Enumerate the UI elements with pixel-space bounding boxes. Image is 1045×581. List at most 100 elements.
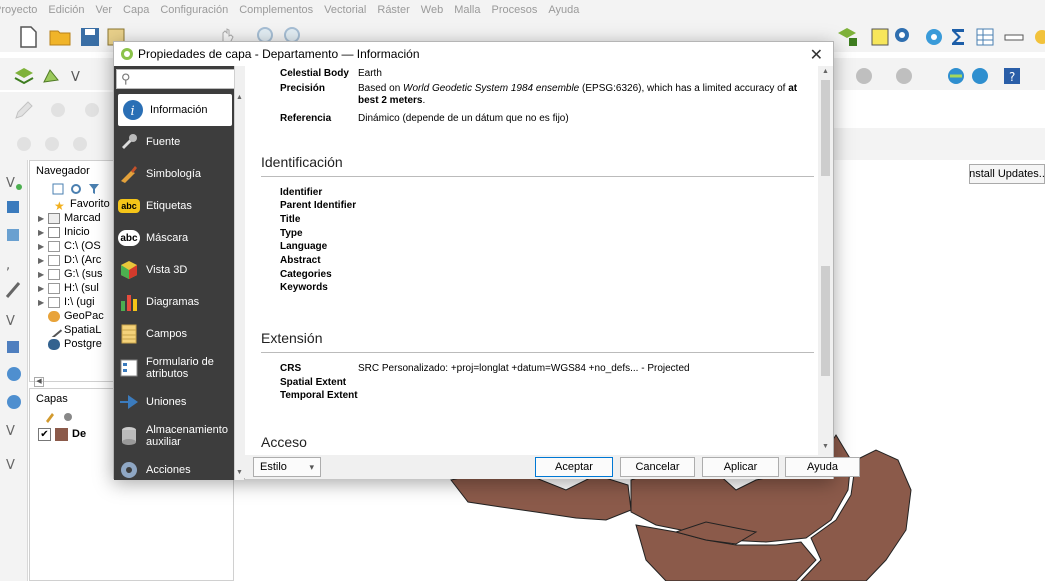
add-wms-icon[interactable] [4, 364, 24, 384]
digitize-icon-2[interactable] [80, 98, 104, 122]
menu-raster[interactable]: Ráster [377, 4, 409, 16]
save-project-icon[interactable] [78, 25, 102, 49]
measure-icon[interactable] [1002, 25, 1026, 49]
open-project-icon[interactable] [48, 25, 72, 49]
digitize-icon[interactable] [46, 98, 70, 122]
plugin-icon-a[interactable] [852, 64, 876, 88]
crs-row-celestial-body: Celestial Body Earth [280, 68, 382, 79]
style-dropdown-button[interactable]: Estilo ▾ [253, 457, 321, 477]
settings-gear-icon[interactable] [922, 25, 946, 49]
expand-arrow-icon[interactable]: ▶ [38, 284, 48, 293]
layer-manager-icon[interactable] [12, 64, 36, 88]
filter-icon[interactable] [88, 183, 100, 195]
add-selected-icon[interactable] [52, 183, 64, 195]
menu-proyecto[interactable]: Proyecto [0, 4, 37, 16]
statistics-sigma-icon[interactable] [946, 25, 970, 49]
globe-icon[interactable] [944, 64, 968, 88]
menu-procesos[interactable]: Procesos [492, 4, 538, 16]
menu-capa[interactable]: Capa [123, 4, 149, 16]
nav-item-vista-3d[interactable]: Vista 3D [114, 254, 232, 286]
expand-arrow-icon[interactable]: ▶ [38, 298, 48, 307]
menu-malla[interactable]: Malla [454, 4, 480, 16]
expand-arrow-icon[interactable]: ▶ [38, 228, 48, 237]
scroll-thumb[interactable] [821, 80, 830, 176]
menu-complementos[interactable]: Complementos [239, 4, 313, 16]
add-mesh-icon[interactable] [4, 226, 24, 246]
menu-ayuda[interactable]: Ayuda [548, 4, 579, 16]
cancel-button[interactable]: Cancelar [620, 457, 695, 477]
style-brush-icon[interactable] [44, 411, 56, 423]
svg-text:V: V [6, 314, 15, 329]
select-features-icon[interactable] [868, 25, 892, 49]
identify-icon[interactable] [892, 25, 916, 49]
menu-edicion[interactable]: Edición [48, 4, 84, 16]
nav-item-simbologia[interactable]: Simbología [114, 158, 232, 190]
plugin-icon-b[interactable] [892, 64, 916, 88]
menu-web[interactable]: Web [421, 4, 443, 16]
scroll-up-icon[interactable]: ▲ [236, 94, 243, 101]
section-divider [261, 352, 814, 353]
expand-arrow-icon[interactable]: ▶ [38, 256, 48, 265]
apply-button[interactable]: Aplicar [702, 457, 779, 477]
scroll-left-icon[interactable]: ◀ [34, 377, 44, 387]
snapping-icon-2[interactable] [40, 132, 64, 156]
add-delimited-text-layer-icon[interactable]: , [4, 254, 24, 274]
add-postgis-icon[interactable] [4, 338, 24, 358]
add-vector-icon[interactable]: V [4, 172, 24, 192]
nav-search-input[interactable]: ⚲ [116, 69, 244, 89]
snapping-icon[interactable] [12, 132, 36, 156]
install-updates-button[interactable]: Install Updates... [969, 164, 1045, 184]
new-project-icon[interactable] [16, 25, 40, 49]
layer-visibility-icon[interactable] [62, 411, 74, 423]
scroll-thumb-secondary[interactable] [821, 266, 830, 376]
nav-scrollbar[interactable]: ▲ ▼ [234, 66, 244, 480]
nav-item-almacenamiento[interactable]: Almacenamiento auxiliar [114, 418, 232, 454]
edit-pencil-icon[interactable] [12, 98, 36, 122]
scroll-down-icon[interactable]: ▼ [236, 469, 243, 476]
add-vector-layer-icon[interactable] [40, 64, 64, 88]
nav-item-formulario[interactable]: Formulario de atributos [114, 350, 232, 386]
snapping-icon-3[interactable] [68, 132, 92, 156]
source-wrench-icon [122, 134, 137, 149]
nav-item-informacion[interactable]: i Información [118, 94, 232, 126]
nav-item-fuente[interactable]: Fuente [114, 126, 232, 158]
help-button[interactable]: Ayuda [785, 457, 860, 477]
drive-icon [48, 240, 60, 252]
mask-abc-icon: abc [118, 230, 140, 246]
layer-checkbox[interactable]: ✔ [38, 427, 51, 441]
expand-arrow-icon[interactable]: ▶ [38, 270, 48, 279]
add-delimited-text-icon[interactable]: V [68, 64, 92, 88]
menu-vectorial[interactable]: Vectorial [324, 4, 366, 16]
add-wfs-icon[interactable] [4, 392, 24, 412]
add-raster-icon[interactable] [4, 198, 24, 218]
scroll-up-icon[interactable]: ▲ [822, 68, 829, 75]
add-virtual-layer-icon[interactable]: V [4, 310, 24, 330]
home-icon [48, 226, 60, 238]
expand-arrow-icon[interactable]: ▶ [38, 242, 48, 251]
content-scrollbar[interactable]: ▲ ▼ [818, 66, 833, 455]
add-spatialite-icon[interactable] [4, 280, 24, 300]
nav-item-diagramas[interactable]: Diagramas [114, 286, 232, 318]
nav-item-acciones[interactable]: Acciones [114, 454, 232, 486]
new-layer-icon[interactable]: V [4, 454, 24, 474]
globe-add-icon[interactable] [968, 64, 992, 88]
close-icon[interactable]: ✕ [810, 45, 823, 65]
help-icon[interactable]: ? [1000, 64, 1024, 88]
dialog-nav: ⚲ i Información Fuente Simbología abc Et… [114, 66, 244, 480]
nav-item-etiquetas[interactable]: abc Etiquetas [114, 190, 232, 222]
nav-item-uniones[interactable]: Uniones [114, 386, 232, 418]
add-wcs-icon[interactable]: V [4, 420, 24, 440]
refresh-icon[interactable] [70, 183, 82, 195]
scroll-down-icon[interactable]: ▼ [822, 443, 829, 450]
menu-ver[interactable]: Ver [96, 4, 113, 16]
add-layer-icon[interactable] [835, 25, 859, 49]
nav-item-campos[interactable]: Campos [114, 318, 232, 350]
expand-arrow-icon[interactable]: ▶ [38, 214, 48, 223]
ok-button[interactable]: Aceptar [535, 457, 613, 477]
attribute-table-icon[interactable] [973, 25, 997, 49]
annotation-icon[interactable] [1030, 25, 1045, 49]
menu-configuracion[interactable]: Configuración [160, 4, 228, 16]
dialog-footer: Estilo ▾ Aceptar Cancelar Aplicar Ayuda [245, 455, 860, 479]
nav-item-mascara[interactable]: abc Máscara [114, 222, 232, 254]
dialog-title: Propiedades de capa - Departamento — Inf… [138, 47, 420, 61]
